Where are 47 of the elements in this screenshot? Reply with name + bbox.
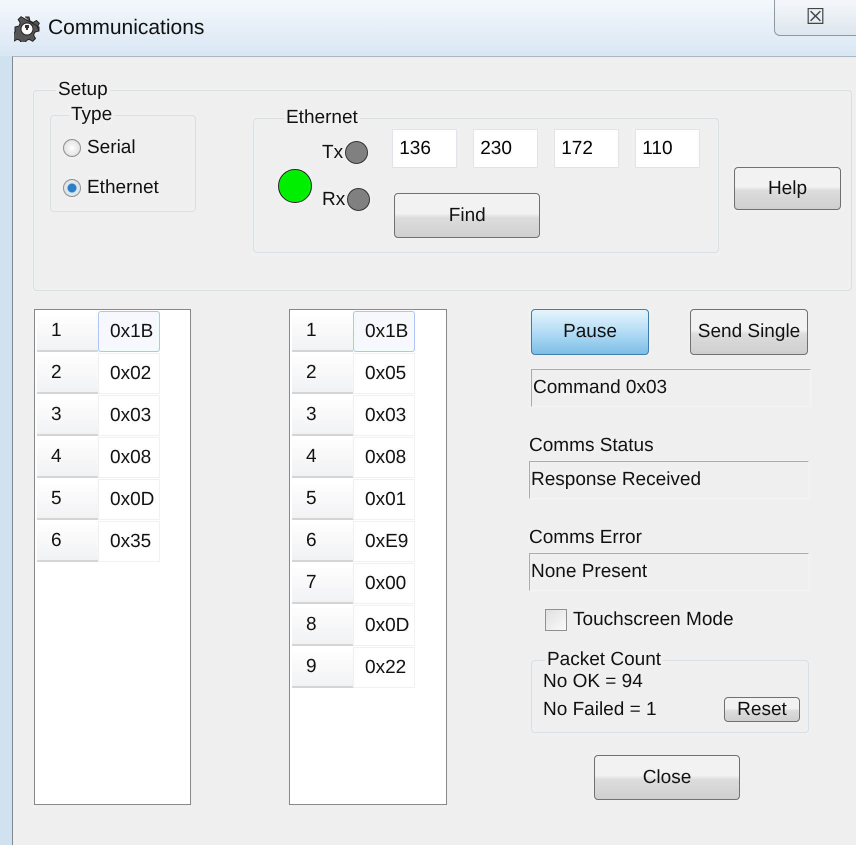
error-field: None Present <box>529 553 809 591</box>
indicator-label: Tx <box>322 142 344 164</box>
status-field: Response Received <box>529 461 809 499</box>
command-button[interactable]: Pause <box>531 309 649 355</box>
close-button[interactable]: Close <box>594 755 740 800</box>
field-label: Comms Status <box>529 435 654 457</box>
table-cell[interactable]: 0x03 <box>98 395 160 436</box>
table-cell[interactable]: 0x22 <box>353 647 415 688</box>
failed-count-text: No Failed = 1 <box>543 698 657 720</box>
table-cell[interactable]: 0x08 <box>353 437 415 478</box>
table-cell[interactable]: 0x08 <box>98 437 160 478</box>
find-button[interactable]: Find <box>394 193 540 238</box>
reset-button[interactable]: Reset <box>724 697 800 722</box>
help-button[interactable]: Help <box>734 167 841 210</box>
window-title: Communications <box>48 16 204 40</box>
ok-count-text: No OK = 94 <box>543 671 644 693</box>
table-cell[interactable]: 0x0D <box>353 605 415 646</box>
ip-octet-field[interactable]: 136 <box>392 129 458 168</box>
indicator-label: Rx <box>322 188 346 210</box>
table-cell[interactable]: 0x0D <box>98 479 160 520</box>
field-label: Comms Error <box>529 527 642 549</box>
table-cell[interactable]: 0x00 <box>353 563 415 604</box>
ip-octet-field[interactable]: 172 <box>554 129 620 168</box>
table-cell[interactable]: 0x01 <box>353 479 415 520</box>
close-button[interactable]: ☒ <box>774 0 856 36</box>
group-label: Setup <box>57 79 109 101</box>
command-field: Command 0x03 <box>531 369 811 407</box>
checkbox[interactable] <box>545 609 567 631</box>
group-label: Packet Count <box>546 649 662 671</box>
group-label: Ethernet <box>285 107 359 129</box>
table-cell[interactable]: 0xE9 <box>353 521 415 562</box>
radio-button[interactable] <box>63 179 81 197</box>
radio-label[interactable]: Ethernet <box>87 177 159 199</box>
radio-label[interactable]: Serial <box>87 137 136 159</box>
table-cell[interactable]: 0x03 <box>353 395 415 436</box>
table-cell[interactable]: 0x05 <box>353 353 415 394</box>
table-cell[interactable]: 0x02 <box>98 353 160 394</box>
command-button[interactable]: Send Single <box>690 309 808 355</box>
table-cell[interactable]: 0x1B <box>98 311 160 352</box>
checkbox-label[interactable]: Touchscreen Mode <box>573 609 734 631</box>
radio-button[interactable] <box>63 139 81 157</box>
table-cell[interactable]: 0x1B <box>353 311 415 352</box>
ip-octet-field[interactable]: 110 <box>635 129 700 168</box>
table-cell[interactable]: 0x35 <box>98 521 160 562</box>
gear-icon <box>14 16 40 42</box>
group-label: Type <box>70 104 114 126</box>
ip-octet-field[interactable]: 230 <box>473 129 538 168</box>
